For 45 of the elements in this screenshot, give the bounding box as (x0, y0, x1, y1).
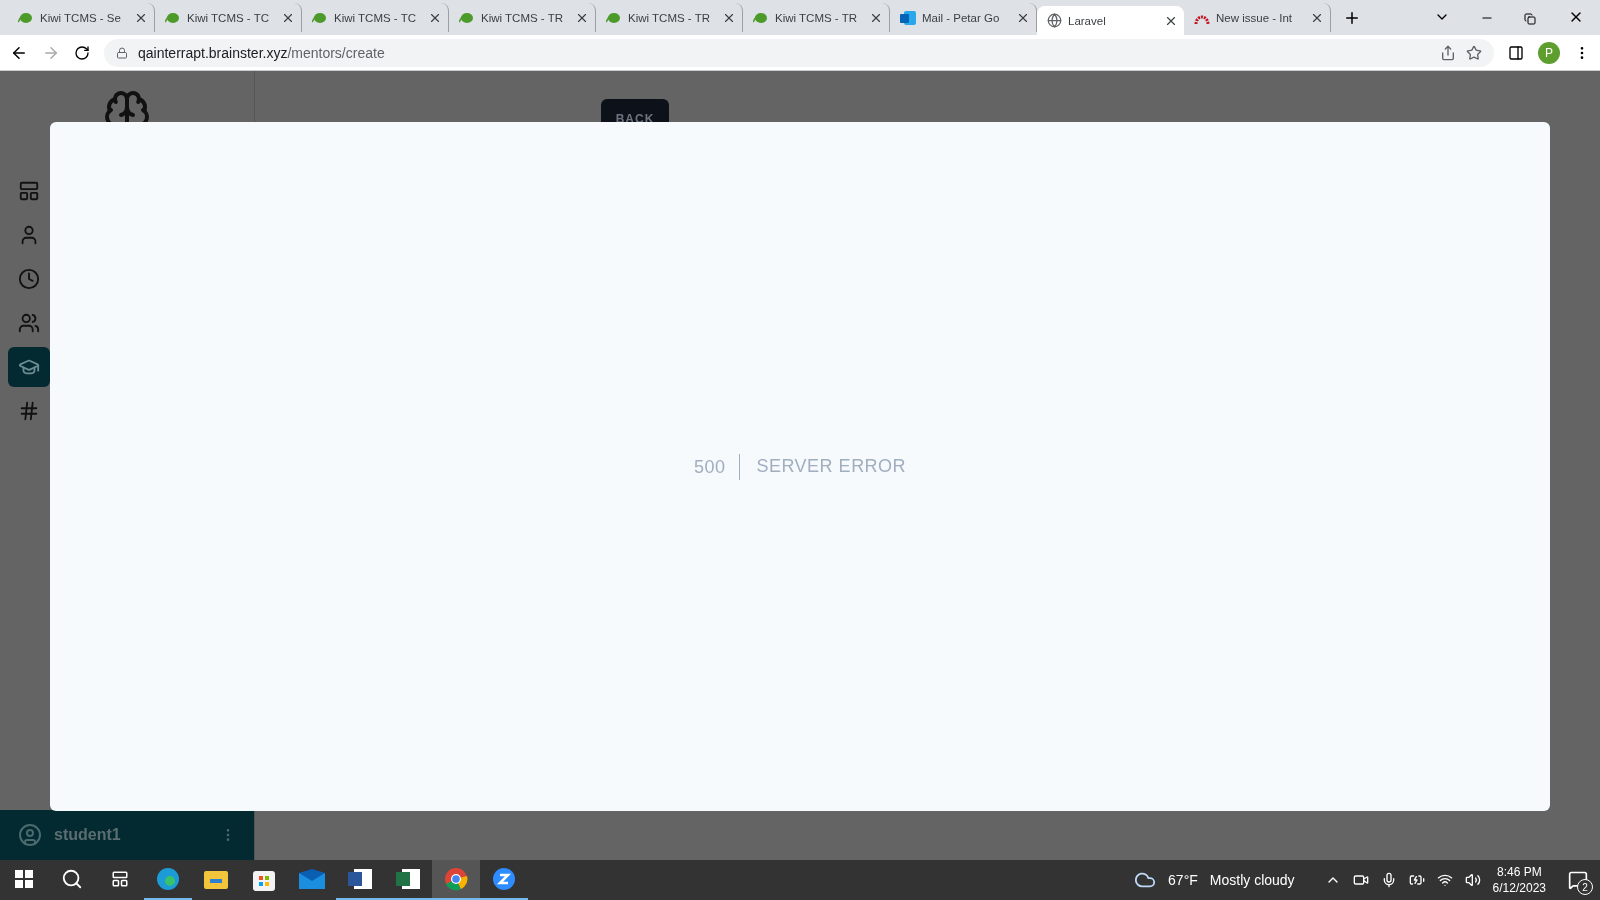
clock-date: 6/12/2023 (1492, 880, 1546, 896)
group-icon (18, 312, 40, 334)
nav-item[interactable] (8, 347, 50, 387)
browser-tab[interactable]: Kiwi TCMS - TR (449, 3, 596, 32)
restore-icon (1524, 13, 1536, 25)
user-name: student1 (54, 826, 122, 844)
camera-icon (1352, 872, 1369, 888)
clock-time: 8:46 PM (1496, 864, 1542, 880)
browser-tab[interactable]: Kiwi TCMS - TR (743, 3, 890, 32)
error-message: SERVER ERROR (755, 456, 907, 477)
search-icon (61, 868, 83, 890)
battery-icon (1408, 872, 1425, 888)
notification-icon (1568, 870, 1588, 890)
side-panel-icon (1508, 44, 1524, 61)
reload-icon (74, 44, 90, 61)
folder-icon (204, 869, 228, 889)
clock-icon (18, 268, 40, 290)
hash-icon (18, 400, 40, 422)
weather-text: Mostly cloudy (1209, 872, 1295, 888)
windows-logo-icon (15, 870, 33, 888)
star-icon (1466, 44, 1482, 61)
mail-app-icon (900, 9, 916, 26)
browser-tab[interactable]: Kiwi TCMS - TR (596, 3, 743, 32)
task-view-icon (111, 870, 129, 888)
browser-tab[interactable]: Kiwi TCMS - TC (302, 3, 449, 32)
lock-icon (116, 46, 128, 59)
browser-tab[interactable]: Laravel (1037, 6, 1184, 35)
browser-tab[interactable]: New issue - Int (1184, 3, 1331, 32)
user-avatar-icon (18, 823, 42, 847)
error-code: 500 (693, 453, 741, 480)
globe-icon (1047, 13, 1062, 28)
new-tab-icon (1343, 9, 1361, 27)
layout-icon (18, 180, 40, 202)
browser-tab[interactable]: Mail - Petar Go (890, 3, 1037, 32)
wifi-icon (1436, 872, 1453, 888)
zoom-app-icon (492, 867, 516, 891)
chrome-icon (444, 867, 468, 891)
weather-temp: 67°F (1168, 872, 1198, 888)
share-icon (1440, 44, 1456, 61)
browser-tab[interactable]: Kiwi TCMS - Se (8, 3, 155, 32)
address-bar[interactable]: qainterrapt.brainster.xyz/mentors/create (104, 38, 1494, 67)
notification-count: 2 (1577, 879, 1593, 895)
volume-icon (1464, 872, 1481, 888)
envelope-icon (299, 869, 325, 889)
browser-tab[interactable]: Kiwi TCMS - TC (155, 3, 302, 32)
